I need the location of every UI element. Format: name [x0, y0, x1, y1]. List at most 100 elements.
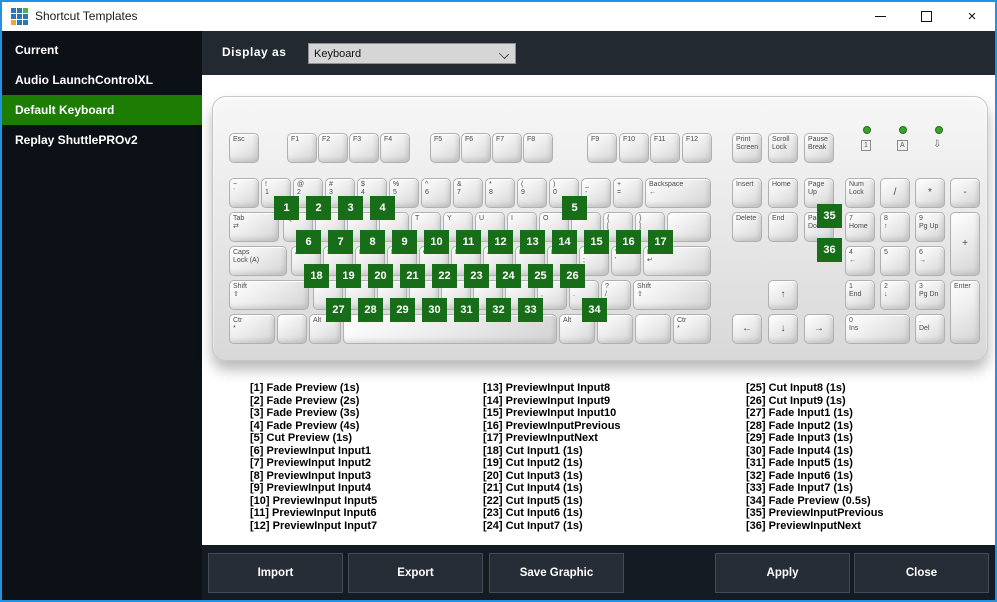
led-indicator: [863, 126, 871, 134]
shortcut-badge-1: 1: [274, 196, 299, 220]
shortcut-badge-17: 17: [648, 230, 673, 254]
shortcut-templates-window: Shortcut Templates × Current Audio Launc…: [0, 0, 997, 602]
legend-line: [21] Cut Input4 (1s): [483, 482, 583, 494]
shortcut-badge-19: 19: [336, 264, 361, 288]
key-lwin: [277, 314, 307, 344]
key-caps-lock: Caps Lock (A): [229, 246, 287, 276]
titlebar: Shortcut Templates ×: [2, 2, 995, 31]
key-lshift: Shift ⇧: [229, 280, 309, 310]
close-dialog-button[interactable]: Close: [854, 553, 989, 593]
shortcut-badge-4: 4: [370, 196, 395, 220]
led-symbol: 1: [861, 140, 871, 151]
legend-line: [25] Cut Input8 (1s): [746, 382, 846, 394]
legend-line: [20] Cut Input3 (1s): [483, 469, 583, 482]
legend-line: [11] PreviewInput Input6: [250, 507, 377, 519]
legend-line: [28] Fade Input2 (1s): [746, 419, 853, 432]
shortcut-badge-2: 2: [306, 196, 331, 220]
key-f9: F9: [587, 133, 617, 163]
key-np9: 9 Pg Up: [915, 212, 945, 242]
key-f2: F2: [318, 133, 348, 163]
shortcut-badge-24: 24: [496, 264, 521, 288]
close-button[interactable]: ×: [949, 2, 995, 31]
shortcut-badge-30: 30: [422, 298, 447, 322]
header-strip: Display as Keyboard: [202, 31, 995, 75]
key-np6: 6 →: [915, 246, 945, 276]
window-title: Shortcut Templates: [35, 9, 138, 23]
legend-line: [7] PreviewInput Input2: [250, 457, 372, 469]
display-as-label: Display as: [222, 45, 287, 59]
key-lctrl: Ctr *: [229, 314, 275, 344]
shortcut-badge-15: 15: [584, 230, 609, 254]
key-f6: F6: [461, 133, 491, 163]
legend-line: [17] PreviewInputNext: [483, 432, 598, 444]
shortcut-badge-23: 23: [464, 264, 489, 288]
sidebar-item-current[interactable]: Current: [2, 35, 202, 65]
legend-column-3: [25] Cut Input8 (1s) [26] Cut Input9 (1s)…: [746, 382, 976, 532]
export-button[interactable]: Export: [348, 553, 483, 593]
key-np8: 8 ↑: [880, 212, 910, 242]
legend-line: [3] Fade Preview (3s): [250, 407, 360, 419]
key-delete: Delete: [732, 212, 762, 242]
legend-line: [23] Cut Input6 (1s): [483, 507, 583, 519]
shortcut-badge-18: 18: [304, 264, 329, 288]
key-np0: 0 Ins: [845, 314, 910, 344]
legend-line: [8] PreviewInput Input3: [250, 469, 372, 482]
legend-line: [29] Fade Input3 (1s): [746, 432, 853, 444]
shortcut-badge-20: 20: [368, 264, 393, 288]
key-8: * 8: [485, 178, 515, 208]
maximize-icon: [920, 11, 932, 22]
key-f8: F8: [523, 133, 553, 163]
sidebar-item-replay-shuttleprov2[interactable]: Replay ShuttlePROv2: [2, 125, 202, 155]
maximize-button[interactable]: [903, 2, 949, 31]
legend-line: [27] Fade Input1 (1s): [746, 407, 853, 419]
shortcut-badge-8: 8: [360, 230, 385, 254]
shortcut-badge-10: 10: [424, 230, 449, 254]
shortcut-badge-5: 5: [562, 196, 587, 220]
legend-line: [13] PreviewInput Input8: [483, 382, 611, 394]
save-graphic-button[interactable]: Save Graphic: [489, 553, 624, 593]
legend-line: [6] PreviewInput Input1: [250, 444, 372, 457]
key-9: (9: [517, 178, 547, 208]
shortcut-badge-22: 22: [432, 264, 457, 288]
shortcut-badge-6: 6: [296, 230, 321, 254]
key-arrow-left: ←: [732, 314, 762, 344]
legend-line: [31] Fade Input5 (1s): [746, 457, 853, 469]
key-f10: F10: [619, 133, 649, 163]
display-as-select[interactable]: Keyboard: [308, 43, 516, 64]
legend-line: [36] PreviewInputNext: [746, 519, 861, 532]
legend-line: [22] Cut Input5 (1s): [483, 494, 583, 507]
shortcut-badge-32: 32: [486, 298, 511, 322]
key-np-enter: Enter: [950, 280, 980, 344]
key-arrow-right: →: [804, 314, 834, 344]
key-f12: F12: [682, 133, 712, 163]
shortcut-badge-31: 31: [454, 298, 479, 322]
legend-column-2: [13] PreviewInput Input8 [14] PreviewInpu…: [483, 382, 713, 532]
key-np-subtract: -: [950, 178, 980, 208]
import-button[interactable]: Import: [208, 553, 343, 593]
key-np4: 4 ←: [845, 246, 875, 276]
legend-line: [10] PreviewInput Input5: [250, 494, 378, 507]
key-f3: F3: [349, 133, 379, 163]
minimize-button[interactable]: [857, 2, 903, 31]
legend-line: [14] PreviewInput Input9: [483, 394, 611, 407]
key-np2: 2 ↓: [880, 280, 910, 310]
key-np-divide: /: [880, 178, 910, 208]
key-pause-break: Pause Break: [804, 133, 834, 163]
key-equals: + =: [613, 178, 643, 208]
legend-line: [33] Fade Input7 (1s): [746, 482, 853, 494]
key-np3: 3 Pg Dn: [915, 280, 945, 310]
sidebar-item-default-keyboard[interactable]: Default Keyboard: [2, 95, 202, 125]
sidebar: Current Audio LaunchControlXL Default Ke…: [2, 31, 202, 600]
sidebar-item-audio-launchcontrolxl[interactable]: Audio LaunchControlXL: [2, 65, 202, 95]
key-np1: 1 End: [845, 280, 875, 310]
key-rctrl: Ctr *: [673, 314, 711, 344]
key-grave: ~ `: [229, 178, 259, 208]
key-f5: F5: [430, 133, 460, 163]
legend-line: [32] Fade Input6 (1s): [746, 469, 853, 482]
key-insert: Insert: [732, 178, 762, 208]
apply-button[interactable]: Apply: [715, 553, 850, 593]
key-np-multiply: *: [915, 178, 945, 208]
legend-line: [5] Cut Preview (1s): [250, 432, 353, 444]
key-rshift: Shift ⇧: [633, 280, 711, 310]
legend-line: [26] Cut Input9 (1s): [746, 394, 846, 407]
